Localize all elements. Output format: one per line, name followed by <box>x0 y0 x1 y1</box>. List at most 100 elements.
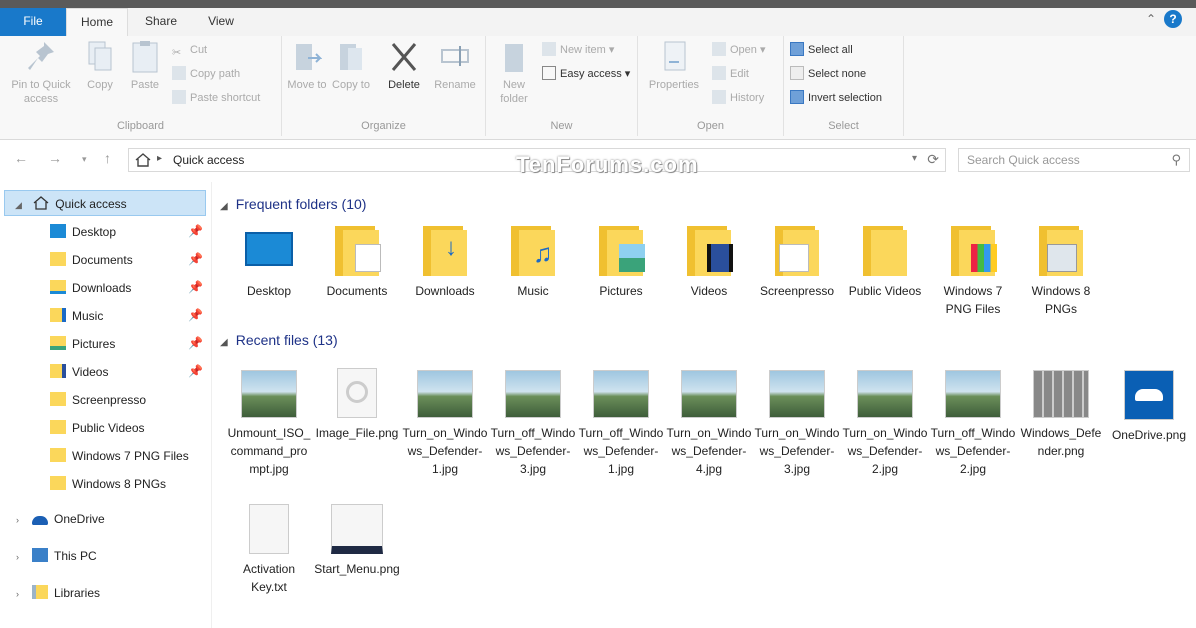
back-arrow-icon[interactable]: ← <box>14 150 28 166</box>
sidebar-item-pictures[interactable]: Pictures <box>50 331 115 357</box>
file-tile[interactable]: Start_Menu.png <box>314 500 400 578</box>
folder-tile[interactable]: Videos <box>666 226 752 300</box>
sidebar-item-screenpresso[interactable]: Screenpresso <box>50 387 146 413</box>
file-tile[interactable]: Image_File.png <box>314 364 400 442</box>
frequent-folders-header[interactable]: ◢ Frequent folders (10) <box>220 196 366 212</box>
pin-icon[interactable]: 📌 <box>188 308 203 322</box>
tab-view[interactable]: View <box>196 8 246 36</box>
move-to-button[interactable]: Move to <box>286 40 328 92</box>
pin-icon[interactable]: 📌 <box>188 224 203 238</box>
pin-icon[interactable]: 📌 <box>188 336 203 350</box>
history-icon <box>712 90 726 104</box>
folder-icon <box>50 392 66 406</box>
sidebar-item-public-videos[interactable]: Public Videos <box>50 415 145 441</box>
file-tile[interactable]: Turn_off_Windows_Defender-3.jpg <box>490 364 576 478</box>
file-tile[interactable]: Turn_off_Windows_Defender-1.jpg <box>578 364 664 478</box>
pin-icon <box>28 42 54 70</box>
tab-share[interactable]: Share <box>135 8 187 36</box>
sidebar-item-music[interactable]: Music <box>50 303 103 329</box>
sidebar-item-onedrive[interactable]: OneDrive <box>32 506 105 532</box>
pin-icon[interactable]: 📌 <box>188 280 203 294</box>
folder-tile[interactable]: ♫ Music <box>490 226 576 300</box>
file-tile[interactable]: Turn_off_Windows_Defender-2.jpg <box>930 364 1016 478</box>
sidebar-item-videos[interactable]: Videos <box>50 359 108 385</box>
rename-button[interactable]: Rename <box>430 40 480 92</box>
file-tile[interactable]: Turn_on_Windows_Defender-3.jpg <box>754 364 840 478</box>
file-tile[interactable]: Activation Key.txt <box>226 500 312 596</box>
tab-home[interactable]: Home <box>66 8 128 36</box>
sidebar-item-this-pc[interactable]: This PC <box>32 543 97 569</box>
expand-arrow-icon[interactable]: ◢ <box>15 200 22 210</box>
pin-icon[interactable]: 📌 <box>188 364 203 378</box>
copy-button[interactable]: Copy <box>80 40 120 92</box>
new-folder-button[interactable]: New folder <box>490 40 538 106</box>
properties-button[interactable]: Properties <box>642 40 706 92</box>
breadcrumb: Quick access <box>173 153 245 167</box>
recent-files-header[interactable]: ◢ Recent files (13) <box>220 332 338 348</box>
copy-path-button[interactable]: Copy path <box>172 64 240 84</box>
recent-locations-chevron-icon[interactable]: ▾ <box>82 154 87 165</box>
new-folder-icon <box>505 44 523 72</box>
music-folder-icon: ♫ <box>505 226 561 276</box>
file-tile[interactable]: Turn_on_Windows_Defender-4.jpg <box>666 364 752 478</box>
paste-shortcut-icon <box>172 90 186 104</box>
help-icon[interactable]: ? <box>1164 10 1182 28</box>
file-tile[interactable]: Unmount_ISO_command_prompt.jpg <box>226 364 312 478</box>
pin-icon[interactable]: 📌 <box>188 252 203 266</box>
select-none-button[interactable]: Select none <box>790 64 866 84</box>
folder-tile[interactable]: Windows 8 PNGs <box>1018 226 1104 318</box>
open-button[interactable]: Open ▾ <box>712 40 766 60</box>
copy-to-button[interactable]: Copy to <box>330 40 372 92</box>
paste-shortcut-button[interactable]: Paste shortcut <box>172 88 260 108</box>
new-item-button[interactable]: New item ▾ <box>542 40 614 60</box>
move-to-icon <box>296 44 322 70</box>
file-tile[interactable]: OneDrive.png <box>1106 364 1192 444</box>
collapse-ribbon-icon[interactable]: ⌃ <box>1146 12 1156 26</box>
file-tile[interactable]: Windows_Defender.png <box>1018 364 1104 460</box>
expand-chevron-icon[interactable]: › <box>16 515 19 525</box>
navigation-pane: ◢ Quick access Desktop 📌 Documents 📌 Dow… <box>0 182 212 628</box>
folder-tile[interactable]: Desktop <box>226 226 312 300</box>
folder-tile[interactable]: Pictures <box>578 226 664 300</box>
folder-tile[interactable]: Public Videos <box>842 226 928 300</box>
expand-chevron-icon[interactable]: › <box>16 589 19 599</box>
search-input[interactable]: Search Quick access <box>967 153 1080 167</box>
file-tile[interactable]: Turn_on_Windows_Defender-2.jpg <box>842 364 928 478</box>
home-icon <box>135 153 151 167</box>
sidebar-item-desktop[interactable]: Desktop <box>50 219 116 245</box>
expand-chevron-icon[interactable]: › <box>16 552 19 562</box>
address-dropdown-icon[interactable]: ▾ <box>912 153 917 164</box>
sidebar-item-windows-7-png-files[interactable]: Windows 7 PNG Files <box>50 443 189 469</box>
pin-to-quick-access-button[interactable]: Pin to Quick access <box>6 40 76 106</box>
sidebar-item-downloads[interactable]: Downloads <box>50 275 131 301</box>
refresh-icon[interactable]: ⟳ <box>927 151 939 168</box>
search-box[interactable]: Search Quick access ⚲ <box>958 148 1190 172</box>
sidebar-item-windows-8-pngs[interactable]: Windows 8 PNGs <box>50 471 166 497</box>
sidebar-item-libraries[interactable]: Libraries <box>32 580 100 606</box>
folder-tile[interactable]: Documents <box>314 226 400 300</box>
ribbon: Pin to Quick access Copy Paste ✂ Cut Copy… <box>0 36 1196 140</box>
collapse-chevron-icon: ◢ <box>220 201 228 212</box>
invert-selection-button[interactable]: Invert selection <box>790 88 882 108</box>
png-file-icon <box>337 368 377 418</box>
image-thumbnail-icon <box>769 370 825 418</box>
tab-file[interactable]: File <box>0 8 66 36</box>
paste-button[interactable]: Paste <box>124 40 166 92</box>
forward-arrow-icon[interactable]: → <box>48 150 62 166</box>
select-all-button[interactable]: Select all <box>790 40 853 60</box>
select-none-icon <box>790 66 804 80</box>
cut-button[interactable]: ✂ Cut <box>172 40 207 60</box>
folder-tile[interactable]: ↓ Downloads <box>402 226 488 300</box>
copy-to-icon <box>340 44 362 70</box>
folder-tile[interactable]: Windows 7 PNG Files <box>930 226 1016 318</box>
sidebar-item-documents[interactable]: Documents <box>50 247 133 273</box>
easy-access-button[interactable]: Easy access ▾ <box>542 64 630 84</box>
history-button[interactable]: History <box>712 88 764 108</box>
sidebar-item-quick-access[interactable]: ◢ Quick access <box>4 190 206 216</box>
folder-tile[interactable]: Screenpresso <box>754 226 840 300</box>
up-arrow-icon[interactable]: ↑ <box>104 150 111 166</box>
copy-path-icon <box>172 66 186 80</box>
delete-button[interactable]: Delete <box>382 40 426 92</box>
edit-button[interactable]: Edit <box>712 64 749 84</box>
file-tile[interactable]: Turn_on_Windows_Defender-1.jpg <box>402 364 488 478</box>
